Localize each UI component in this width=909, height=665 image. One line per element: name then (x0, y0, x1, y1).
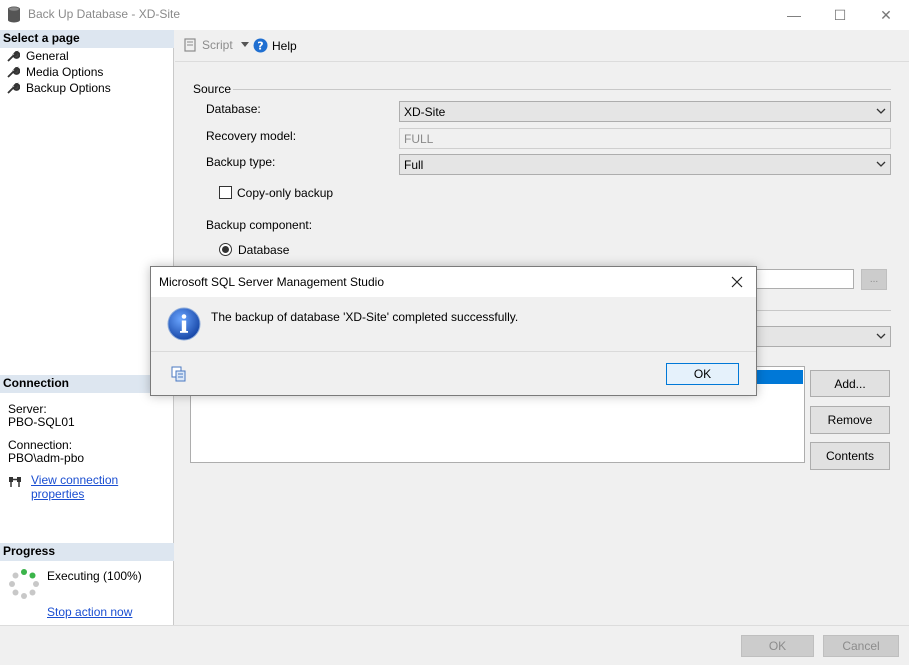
server-value: PBO-SQL01 (8, 415, 75, 429)
copy-only-label: Copy-only backup (237, 186, 334, 200)
backup-to-dropdown[interactable] (750, 326, 891, 347)
progress-header: Progress (0, 543, 174, 561)
page-item-label: Backup Options (26, 81, 111, 95)
database-dropdown[interactable]: XD-Site (399, 101, 891, 122)
script-button[interactable]: Script (183, 38, 249, 52)
connection-value: PBO\adm-pbo (8, 451, 85, 465)
browse-button[interactable]: ... (861, 269, 887, 290)
script-icon (184, 38, 196, 52)
chevron-down-icon (876, 333, 886, 339)
help-icon: ? (253, 38, 268, 53)
chevron-down-icon (240, 42, 249, 47)
connection-header: Connection (0, 375, 174, 393)
component-database-label: Database (238, 243, 290, 257)
files-field[interactable] (750, 269, 854, 289)
progress-status: Executing (100%) (47, 569, 142, 583)
dialog-title: Microsoft SQL Server Management Studio (159, 275, 384, 289)
maximize-button[interactable]: ☐ (817, 0, 863, 30)
close-button[interactable]: ✕ (863, 0, 909, 30)
script-label: Script (202, 38, 233, 52)
destination-divider (757, 310, 891, 311)
toolbar: Script ? Help (175, 30, 909, 62)
help-button[interactable]: ? Help (253, 38, 297, 53)
recovery-model-label: Recovery model: (206, 129, 297, 143)
page-item-media-options[interactable]: Media Options (6, 64, 105, 80)
dialog-ok-button[interactable]: OK (666, 363, 739, 385)
page-item-label: General (24, 49, 71, 63)
left-panel: Select a page General Media Options Back… (0, 30, 174, 625)
backup-component-label: Backup component: (206, 218, 313, 232)
database-label: Database: (206, 102, 261, 116)
window-title: Back Up Database - XD-Site (28, 7, 181, 21)
dialog-body: The backup of database 'XD-Site' complet… (151, 297, 756, 351)
wrench-icon (7, 66, 20, 78)
copy-icon[interactable] (171, 366, 187, 382)
dialog-titlebar: Microsoft SQL Server Management Studio (151, 267, 756, 297)
recovery-model-field: FULL (399, 128, 891, 149)
ok-button[interactable]: OK (741, 635, 814, 657)
destination-list-selected-row[interactable] (756, 370, 803, 384)
connection-plug-icon (9, 477, 21, 487)
minimize-button[interactable]: — (771, 0, 817, 30)
wrench-icon (7, 50, 20, 62)
footer-divider (0, 625, 909, 626)
dialog-footer: OK (151, 351, 756, 395)
wrench-icon (7, 82, 20, 94)
page-item-backup-options[interactable]: Backup Options (6, 80, 113, 96)
page-item-label: Media Options (26, 65, 104, 79)
help-label: Help (272, 38, 297, 53)
close-icon (731, 276, 743, 288)
window-titlebar: Back Up Database - XD-Site — ☐ ✕ (0, 0, 909, 30)
source-section-label: Source (193, 82, 232, 96)
contents-button[interactable]: Contents (810, 442, 890, 470)
page-item-general[interactable]: General (6, 48, 71, 64)
database-value: XD-Site (404, 104, 446, 119)
chevron-down-icon (876, 108, 886, 114)
message-dialog: Microsoft SQL Server Management Studio T… (150, 266, 757, 396)
select-page-header: Select a page (0, 30, 174, 48)
recovery-model-value: FULL (404, 131, 434, 146)
backup-type-dropdown[interactable]: Full (399, 154, 891, 175)
svg-text:?: ? (257, 40, 263, 53)
progress-spinner-icon (9, 569, 39, 599)
view-connection-properties-link[interactable]: View connection properties (31, 473, 173, 501)
backup-type-value: Full (404, 157, 424, 172)
copy-only-checkbox[interactable] (219, 186, 232, 199)
server-label: Server: (8, 402, 47, 416)
dialog-message: The backup of database 'XD-Site' complet… (211, 310, 519, 324)
remove-button[interactable]: Remove (810, 406, 890, 434)
cancel-button[interactable]: Cancel (823, 635, 899, 657)
dialog-close-button[interactable] (723, 270, 751, 294)
chevron-down-icon (876, 161, 886, 167)
connection-label: Connection: (8, 438, 73, 452)
add-button[interactable]: Add... (810, 370, 890, 397)
database-icon (8, 6, 20, 23)
backup-type-label: Backup type: (206, 155, 276, 169)
stop-action-link[interactable]: Stop action now (47, 605, 132, 619)
component-database-radio[interactable] (219, 243, 232, 256)
info-icon (167, 307, 201, 341)
source-divider (233, 89, 891, 90)
